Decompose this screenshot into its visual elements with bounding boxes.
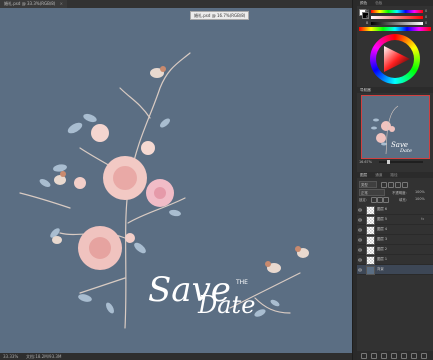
opacity-value[interactable]: 100% xyxy=(415,190,425,194)
filter-shape-icon[interactable] xyxy=(402,182,408,188)
navigator-headline-date: Date xyxy=(399,148,412,154)
status-zoom[interactable]: 33.33% xyxy=(3,353,18,360)
headline-date: Date xyxy=(197,291,255,319)
navigator-title[interactable]: 导航器 xyxy=(360,88,371,92)
layer-thumbnail xyxy=(366,256,375,265)
trash-icon[interactable] xyxy=(421,353,427,359)
color-spectrum-bar[interactable] xyxy=(359,27,431,31)
layer-row[interactable]: 图层 6 xyxy=(357,205,433,215)
eye-icon[interactable] xyxy=(357,247,363,252)
blend-mode-select[interactable]: 正常 xyxy=(359,189,385,196)
layer-row-background[interactable]: 背景 xyxy=(357,265,433,275)
color-panel-header: 颜色 色板 xyxy=(357,0,433,6)
flowers xyxy=(74,124,174,270)
slider-value-h: 0 xyxy=(425,9,428,13)
layer-row[interactable]: 图层 2 xyxy=(357,245,433,255)
layer-kind-label: 类型 xyxy=(361,183,368,187)
navigator-zoom-handle[interactable] xyxy=(387,160,390,164)
eye-icon[interactable] xyxy=(357,207,363,212)
right-panels: 颜色 色板 H 0 S 0 B 0 导航器 Save Date 16.67% 图… xyxy=(357,0,433,360)
fill-label: 填充: xyxy=(399,198,407,202)
layer-name: 图层 3 xyxy=(377,237,388,241)
layer-row[interactable]: 图层 4 xyxy=(357,225,433,235)
slider-value-b: 0 xyxy=(425,21,428,25)
status-bar: 33.33% 文档:18.2M/93.3M xyxy=(0,353,352,360)
filter-adjust-icon[interactable] xyxy=(388,182,394,188)
new-group-icon[interactable] xyxy=(401,353,407,359)
slider-label-h: H xyxy=(366,9,369,13)
document-tooltip: 婚礼.psd @ 16.7%(RGB/8) xyxy=(190,11,250,20)
navigator-preview[interactable]: Save Date xyxy=(361,95,430,159)
layer-name: 图层 6 xyxy=(377,207,388,211)
adjustment-layer-icon[interactable] xyxy=(391,353,397,359)
layer-name: 图层 5 xyxy=(377,217,388,221)
layer-row[interactable]: 图层 5 fx xyxy=(357,215,433,225)
status-doc-info[interactable]: 文档:18.2M/93.3M xyxy=(26,353,61,360)
navigator-panel-header: 导航器 xyxy=(357,87,433,93)
eye-icon[interactable] xyxy=(357,217,363,222)
saturation-slider[interactable] xyxy=(371,16,423,19)
opacity-label: 不透明度: xyxy=(392,191,407,195)
link-layers-icon[interactable] xyxy=(361,353,367,359)
eye-icon[interactable] xyxy=(357,227,363,232)
document-tab[interactable]: 婚礼.psd @ 33.3%(RGB/8) × xyxy=(0,0,67,8)
layer-thumbnail xyxy=(366,206,375,215)
layer-name: 图层 2 xyxy=(377,247,388,251)
new-layer-icon[interactable] xyxy=(411,353,417,359)
layer-thumbnail xyxy=(366,216,375,225)
tab-paths[interactable]: 路径 xyxy=(390,173,397,177)
layer-name: 图层 4 xyxy=(377,227,388,231)
navigator-artwork: Save Date xyxy=(371,105,412,155)
layer-kind-filter[interactable]: 类型 xyxy=(359,181,377,188)
tab-layers[interactable]: 图层 xyxy=(360,173,367,177)
color-triangle[interactable] xyxy=(376,40,414,78)
brightness-slider[interactable] xyxy=(371,22,423,25)
layer-thumbnail xyxy=(366,236,375,245)
tab-channels[interactable]: 通道 xyxy=(375,173,382,177)
layer-thumbnail xyxy=(366,226,375,235)
layers-panel-header: 图层 通道 路径 xyxy=(357,172,433,178)
layer-row[interactable]: 图层 1 xyxy=(357,255,433,265)
layer-thumbnail xyxy=(366,266,375,275)
add-style-icon[interactable] xyxy=(371,353,377,359)
lock-label: 锁定: xyxy=(359,198,367,202)
tab-color[interactable]: 颜色 xyxy=(360,1,367,5)
document-tab-title: 婚礼.psd @ 33.3%(RGB/8) xyxy=(4,1,56,6)
filter-type-icon[interactable] xyxy=(395,182,401,188)
canvas[interactable]: Save THE Date 婚礼.psd @ 16.7%(RGB/8) xyxy=(0,8,352,353)
artwork-illustration: Save THE Date xyxy=(19,52,309,329)
layer-thumbnail xyxy=(366,246,375,255)
slider-label-b: B xyxy=(366,21,369,25)
layer-fx[interactable]: fx xyxy=(421,215,424,224)
eye-icon[interactable] xyxy=(357,257,363,262)
blend-mode-value: 正常 xyxy=(361,191,368,195)
eye-icon[interactable] xyxy=(357,267,363,272)
close-icon[interactable]: × xyxy=(60,1,63,6)
tab-swatches[interactable]: 色板 xyxy=(375,1,382,5)
hue-slider[interactable] xyxy=(371,10,423,13)
add-mask-icon[interactable] xyxy=(381,353,387,359)
lock-position-icon[interactable] xyxy=(383,197,389,203)
layer-name: 图层 1 xyxy=(377,257,388,261)
navigator-zoom[interactable]: 16.67% xyxy=(359,160,372,164)
eye-icon[interactable] xyxy=(357,237,363,242)
layer-name: 背景 xyxy=(377,267,384,271)
headline-the: THE xyxy=(235,279,248,286)
slider-label-s: S xyxy=(366,15,369,19)
slider-value-s: 0 xyxy=(425,15,428,19)
layers-footer xyxy=(357,351,433,360)
fill-value[interactable]: 100% xyxy=(415,197,425,201)
filter-pixel-icon[interactable] xyxy=(381,182,387,188)
navigator-zoom-slider[interactable] xyxy=(379,161,423,163)
layer-row[interactable]: 图层 3 xyxy=(357,235,433,245)
